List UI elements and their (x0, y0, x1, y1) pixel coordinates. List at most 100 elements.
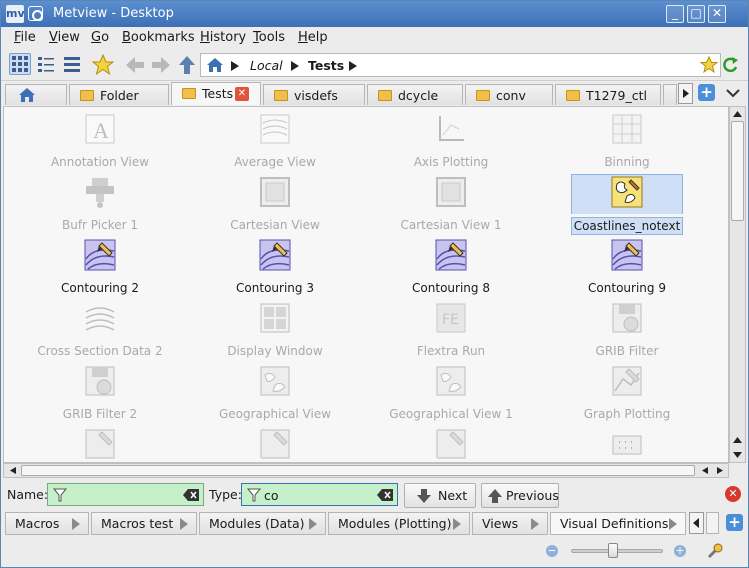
star-icon (91, 53, 115, 76)
scroll-up-icon[interactable] (730, 107, 745, 121)
clear-text-icon[interactable] (183, 489, 199, 501)
tab-views[interactable]: Views (472, 512, 548, 535)
horizontal-scroll-thumb[interactable] (21, 465, 695, 476)
home-icon (19, 88, 35, 102)
zoom-out-icon[interactable]: − (546, 545, 558, 557)
tab-visdefs[interactable]: visdefs (263, 84, 365, 105)
tab-label: Views (482, 516, 519, 531)
scroll-up-icon[interactable] (730, 433, 745, 447)
menu-bookmarks[interactable]: Bookmarks (122, 30, 195, 45)
icon-label: Contouring 8 (412, 281, 490, 295)
detail-list-icon (38, 57, 54, 72)
wrench-icon[interactable] (706, 542, 724, 560)
plot-definition-icon (85, 429, 115, 459)
maximize-button[interactable]: □ (687, 5, 705, 23)
play-arrow-icon (309, 518, 317, 530)
icon-label: Contouring 2 (61, 281, 139, 295)
menu-tools[interactable]: Tools (253, 30, 285, 45)
bookmark-button[interactable] (91, 53, 115, 76)
tab-tests[interactable]: Tests ✕ (171, 82, 261, 105)
tab-modules-plotting[interactable]: Modules (Plotting) (328, 512, 470, 535)
tab-dcycle[interactable]: dcycle (367, 84, 463, 105)
breadcrumb-tests[interactable]: Tests (308, 58, 344, 73)
drawer-tab-overflow[interactable] (706, 512, 719, 534)
axis-plotting-icon (439, 116, 464, 141)
tab-macros-test[interactable]: Macros test (91, 512, 197, 535)
folder-icon (274, 90, 288, 101)
previous-button[interactable]: Previous (481, 483, 559, 508)
icon-label: Cartesian View 1 (400, 218, 502, 232)
icon-label: Axis Plotting (413, 155, 489, 169)
menu-history[interactable]: History (200, 30, 246, 45)
next-button[interactable]: Next (404, 483, 476, 508)
detailed-view-button[interactable] (35, 53, 57, 75)
menu-go[interactable]: Go (91, 30, 109, 45)
minimize-button[interactable]: _ (666, 5, 684, 23)
folder-icon (182, 88, 196, 99)
window-menu-icon[interactable] (28, 6, 43, 21)
play-arrow-icon (72, 518, 80, 530)
horizontal-scrollbar[interactable] (3, 463, 729, 478)
menu-help[interactable]: Help (298, 30, 328, 45)
zoom-slider[interactable] (571, 543, 663, 558)
breadcrumb-arrow-icon (291, 61, 299, 71)
tab-conv[interactable]: conv (465, 84, 553, 105)
chevron-down-icon[interactable] (725, 85, 741, 101)
type-filter-input[interactable]: co (241, 483, 398, 506)
clear-text-icon[interactable] (377, 489, 393, 501)
arrow-down-icon (417, 489, 431, 503)
new-drawer-button[interactable]: + (726, 514, 743, 531)
close-window-button[interactable]: ✕ (708, 5, 726, 23)
name-filter-input[interactable] (47, 483, 204, 506)
tab-macros[interactable]: Macros (5, 512, 89, 535)
scroll-left-icon[interactable] (6, 464, 20, 477)
list-view-button[interactable] (61, 53, 83, 75)
breadcrumb-arrow-icon (349, 61, 357, 71)
new-tab-button[interactable]: + (698, 84, 715, 101)
menu-file[interactable]: File (14, 30, 36, 45)
play-arrow-icon (180, 518, 188, 530)
back-button[interactable] (123, 53, 145, 75)
reload-icon[interactable] (721, 56, 739, 74)
vertical-scroll-thumb[interactable] (731, 121, 744, 221)
binning-icon (612, 114, 642, 144)
grib-filter-icon (612, 303, 642, 333)
tab-t1279-ctl[interactable]: T1279_ctl (555, 84, 661, 105)
annotation-view-icon: A (85, 114, 115, 144)
breadcrumb: Local Tests (200, 53, 721, 77)
bufr-picker-icon (86, 178, 114, 208)
menu-view[interactable]: View (49, 30, 80, 45)
plot-definition-icon (436, 429, 466, 459)
icon-view-button[interactable] (9, 53, 31, 75)
tab-visual-definitions[interactable]: Visual Definitions (550, 512, 686, 535)
scroll-left-icon[interactable] (698, 464, 712, 477)
vertical-scrollbar[interactable] (729, 106, 746, 463)
tab-label: dcycle (398, 88, 439, 103)
graph-plotting-icon (612, 366, 642, 396)
scroll-right-icon[interactable] (713, 464, 727, 477)
breadcrumb-local[interactable]: Local (250, 58, 283, 73)
drawer-tab-bar: Macros Macros test Modules (Data) Module… (1, 511, 748, 535)
tab-home[interactable] (5, 84, 67, 105)
tab-folder[interactable]: Folder (69, 84, 169, 105)
close-filter-icon[interactable]: ✕ (725, 486, 741, 502)
next-label: Next (438, 488, 468, 503)
zoom-slider-handle[interactable] (608, 543, 619, 558)
zoom-in-icon[interactable]: + (674, 545, 686, 557)
forward-button[interactable] (149, 53, 171, 75)
scroll-tabs-button[interactable] (678, 83, 693, 104)
tab-overflow[interactable] (663, 84, 677, 105)
arrow-left-icon (126, 57, 144, 73)
scroll-drawer-tabs-button[interactable] (689, 512, 704, 534)
icon-label: Cross Section Data 2 (37, 344, 163, 358)
scroll-down-icon[interactable] (730, 448, 745, 462)
home-icon[interactable] (206, 56, 224, 74)
icon-label: Contouring 9 (588, 281, 666, 295)
tab-label: T1279_ctl (586, 88, 647, 103)
tab-modules-data[interactable]: Modules (Data) (199, 512, 326, 535)
star-bookmark-icon[interactable] (700, 56, 718, 74)
tab-label: Folder (100, 88, 139, 103)
close-tab-icon[interactable]: ✕ (235, 87, 249, 101)
up-button[interactable] (175, 53, 197, 75)
geographical-view-icon (260, 366, 290, 396)
